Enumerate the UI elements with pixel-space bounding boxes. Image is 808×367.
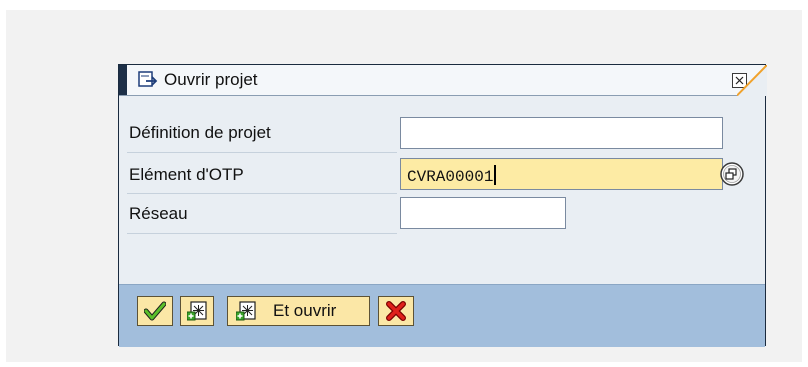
network-input[interactable]	[400, 197, 566, 229]
label-project-definition: Définition de projet	[129, 123, 271, 142]
checkmark-icon	[144, 301, 166, 321]
row-divider	[127, 233, 397, 234]
row-divider	[127, 193, 397, 194]
project-definition-input[interactable]	[400, 117, 723, 149]
create-icon	[187, 301, 207, 321]
dialog-toolbar: Et ouvrir	[119, 284, 765, 347]
open-dialog-icon	[138, 71, 158, 87]
value-help-button[interactable]	[720, 162, 744, 186]
label-network: Réseau	[129, 204, 188, 223]
dialog-titlebar: Ouvrir projet	[119, 65, 767, 96]
title-strip	[119, 65, 127, 95]
row-divider	[127, 152, 397, 153]
cancel-x-icon	[386, 301, 406, 321]
wbs-element-value: CVRA00001	[407, 168, 494, 186]
create-button[interactable]	[180, 296, 214, 326]
create-and-open-label: Et ouvrir	[273, 301, 337, 320]
continue-button[interactable]	[137, 296, 173, 326]
create-and-open-button[interactable]: Et ouvrir	[227, 296, 370, 326]
wbs-element-input[interactable]: CVRA00001	[400, 158, 723, 190]
open-project-dialog: Ouvrir projet Définition de projet Eléme…	[118, 64, 767, 347]
text-cursor	[494, 165, 497, 185]
label-wbs-element: Elément d'OTP	[129, 165, 244, 184]
cancel-button[interactable]	[378, 296, 414, 326]
create-open-icon	[236, 301, 256, 321]
dialog-title: Ouvrir projet	[164, 70, 258, 89]
title-accent-corner	[737, 65, 767, 96]
